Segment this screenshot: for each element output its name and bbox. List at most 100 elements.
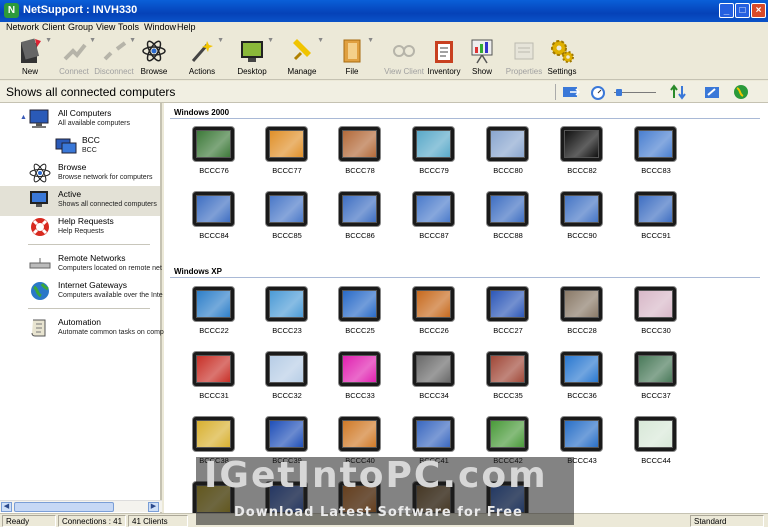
client-name: BCCC86 xyxy=(345,231,375,240)
client-screen xyxy=(342,195,377,223)
send-to-icon[interactable] xyxy=(562,84,580,100)
nav-help-requests[interactable]: Help Requests Help Requests xyxy=(0,213,160,243)
maximize-button[interactable]: □ xyxy=(735,3,750,18)
nav-internet-gateways[interactable]: Internet Gateways Computers available ov… xyxy=(0,277,163,307)
menu-help[interactable]: Help xyxy=(177,22,196,32)
client-name: BCCC34 xyxy=(419,391,449,400)
client-thumbnail[interactable]: BCCC84 xyxy=(184,191,244,247)
expand-icon[interactable]: ▲ xyxy=(20,114,27,121)
nav-bcc[interactable]: BCC BCC xyxy=(0,132,160,162)
client-thumbnail[interactable]: BCCC32 xyxy=(257,351,317,407)
client-thumbnail[interactable]: BCCC90 xyxy=(552,191,612,247)
client-name: BCCC91 xyxy=(641,231,671,240)
client-thumbnail[interactable]: BCCC77 xyxy=(257,126,317,182)
monitor-icon xyxy=(486,416,529,452)
client-screen xyxy=(416,130,451,158)
client-screen xyxy=(490,420,525,448)
client-thumbnail[interactable]: BCCC33 xyxy=(330,351,390,407)
client-name: BCCC87 xyxy=(419,231,449,240)
scroll-right-icon[interactable]: ▶ xyxy=(148,502,159,512)
client-thumbnail[interactable]: BCCC80 xyxy=(478,126,538,182)
monitor-icon xyxy=(338,351,381,387)
client-thumbnail[interactable]: BCCC91 xyxy=(626,191,686,247)
settings-button[interactable]: Settings xyxy=(540,35,584,79)
scrollbar-thumb[interactable] xyxy=(14,502,114,512)
client-screen xyxy=(342,130,377,158)
monitor-icon xyxy=(338,126,381,162)
client-thumbnail[interactable]: BCCC85 xyxy=(257,191,317,247)
client-name: BCCC79 xyxy=(419,166,449,175)
menu-network[interactable]: Network xyxy=(6,22,39,32)
actions-button[interactable]: ▼ Actions xyxy=(180,35,224,79)
nav-description: Help Requests xyxy=(58,228,104,235)
toolbar: ▼ New ▼ Connect ▼ Disconnect Browse ▼ Ac… xyxy=(0,35,768,80)
client-thumbnail[interactable]: BCCC86 xyxy=(330,191,390,247)
nav-active[interactable]: Active Shows all connected computers xyxy=(0,186,160,216)
client-name: BCCC84 xyxy=(199,231,229,240)
monitor-icon xyxy=(412,191,455,227)
client-thumbnail[interactable]: BCCC37 xyxy=(626,351,686,407)
client-thumbnail[interactable]: BCCC34 xyxy=(404,351,464,407)
client-thumbnail[interactable]: BCCC27 xyxy=(478,286,538,342)
sort-icon[interactable] xyxy=(670,84,688,100)
menu-client[interactable]: Client xyxy=(42,22,65,32)
client-thumbnail[interactable]: BCCC31 xyxy=(184,351,244,407)
client-thumbnail[interactable]: BCCC35 xyxy=(478,351,538,407)
browse-icon xyxy=(29,163,51,183)
client-thumbnail[interactable]: BCCC87 xyxy=(404,191,464,247)
monitor-icon xyxy=(265,286,308,322)
client-thumbnail[interactable]: BCCC25 xyxy=(330,286,390,342)
client-name: BCCC44 xyxy=(641,456,671,465)
file-button[interactable]: ▼ File xyxy=(330,35,374,79)
menu-bar: Network Client Group View Tools Window H… xyxy=(0,22,768,35)
close-button[interactable]: × xyxy=(751,3,766,18)
nav-browse[interactable]: Browse Browse network for computers xyxy=(0,159,160,189)
client-screen xyxy=(269,195,304,223)
monitor-icon xyxy=(560,126,603,162)
desktop-button[interactable]: ▼ Desktop xyxy=(230,35,274,79)
browse-icon xyxy=(142,40,166,62)
client-name: BCCC82 xyxy=(567,166,597,175)
world-icon[interactable] xyxy=(732,84,750,100)
menu-view[interactable]: View xyxy=(96,22,115,32)
menu-tools[interactable]: Tools xyxy=(118,22,139,32)
client-name: BCCC35 xyxy=(493,391,523,400)
timer-icon[interactable] xyxy=(589,84,607,100)
settings-label: Settings xyxy=(547,67,577,76)
nav-automation[interactable]: Automation Automate common tasks on comp xyxy=(0,314,164,344)
client-thumbnail[interactable]: BCCC44 xyxy=(626,416,686,472)
minimize-button[interactable]: _ xyxy=(719,3,734,18)
client-thumbnail[interactable]: BCCC78 xyxy=(330,126,390,182)
nav-description: All available computers xyxy=(58,120,130,127)
client-thumbnail[interactable]: BCCC30 xyxy=(626,286,686,342)
client-thumbnail[interactable]: BCCC83 xyxy=(626,126,686,182)
browse-button[interactable]: Browse xyxy=(132,35,176,79)
client-thumbnail[interactable]: BCCC23 xyxy=(257,286,317,342)
nav-remote-networks[interactable]: Remote Networks Computers located on rem… xyxy=(0,250,162,280)
monitor-icon xyxy=(412,286,455,322)
client-thumbnail[interactable]: BCCC76 xyxy=(184,126,244,182)
remote-network-icon xyxy=(29,258,51,269)
client-screen xyxy=(196,355,231,383)
scroll-left-icon[interactable]: ◀ xyxy=(1,502,12,512)
client-thumbnail[interactable]: BCCC22 xyxy=(184,286,244,342)
client-thumbnail[interactable]: BCCC82 xyxy=(552,126,612,182)
manage-button[interactable]: ▼ Manage xyxy=(280,35,324,79)
client-thumbnail[interactable]: BCCC79 xyxy=(404,126,464,182)
monitor-icon xyxy=(486,351,529,387)
menu-window[interactable]: Window xyxy=(144,22,176,32)
client-thumbnail[interactable]: BCCC88 xyxy=(478,191,538,247)
client-thumbnail[interactable]: BCCC26 xyxy=(404,286,464,342)
status-ready: Ready xyxy=(2,515,56,527)
arrange-icon[interactable] xyxy=(704,84,722,100)
zoom-slider-thumb[interactable] xyxy=(616,89,622,96)
nav-all-computers[interactable]: ▲ All Computers All available computers xyxy=(0,105,160,135)
monitor-icon xyxy=(634,126,677,162)
menu-group[interactable]: Group xyxy=(68,22,93,32)
title-bar[interactable]: N NetSupport : INVH330 _ □ × xyxy=(0,0,768,22)
client-thumbnail[interactable]: BCCC36 xyxy=(552,351,612,407)
horizontal-scrollbar[interactable]: ◀ ▶ xyxy=(0,500,162,512)
client-name: BCCC30 xyxy=(641,326,671,335)
client-screen xyxy=(269,355,304,383)
client-thumbnail[interactable]: BCCC28 xyxy=(552,286,612,342)
